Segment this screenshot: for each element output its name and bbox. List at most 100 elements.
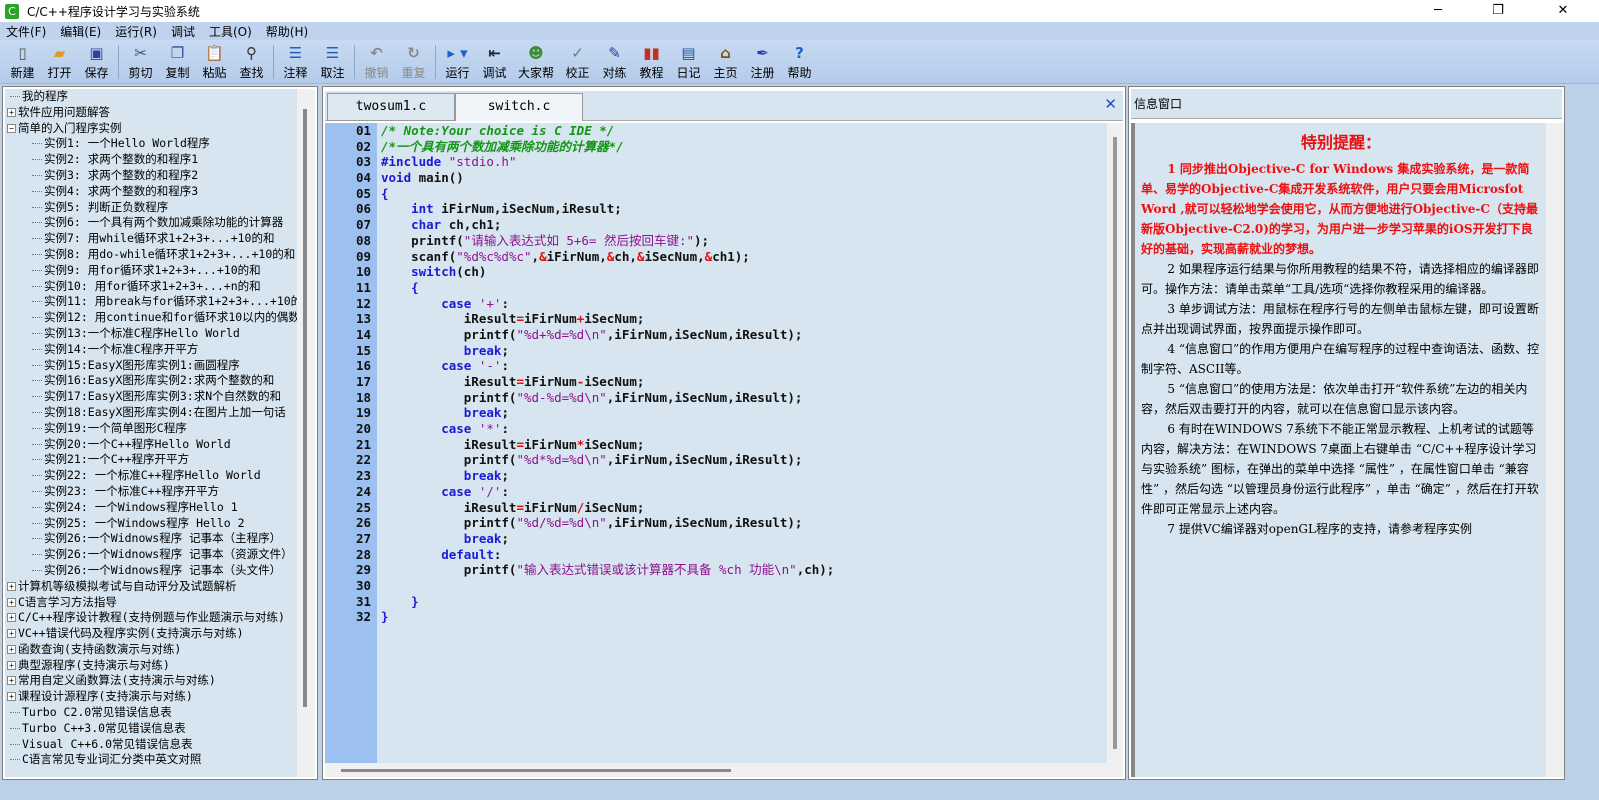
code-line[interactable]: break; — [377, 531, 1107, 547]
line-number[interactable]: 15 — [325, 343, 377, 359]
code-line[interactable]: char ch,ch1; — [377, 217, 1107, 233]
toolbar-button-books[interactable]: ▮▮ 教程 — [633, 40, 670, 81]
toolbar-button-scissors[interactable]: ✂ 剪切 — [122, 40, 159, 81]
line-number[interactable]: 14 — [325, 327, 377, 343]
toolbar-button-comment[interactable]: ☰ 注释 — [277, 40, 314, 81]
tree-item[interactable]: 实例23: 一个标准C++程序开平方 — [5, 484, 298, 500]
tree-item[interactable]: − 简单的入门程序实例 — [5, 121, 298, 137]
tree-item[interactable]: 实例26:一个Widnows程序 记事本（主程序） — [5, 531, 298, 547]
toolbar-button-run[interactable]: ▸ ▾ 运行 — [439, 40, 476, 81]
tree-item[interactable]: 实例26:一个Widnows程序 记事本（资源文件） — [5, 547, 298, 563]
code-line[interactable]: } — [377, 594, 1107, 610]
toolbar-button-register-pen[interactable]: ✒ 注册 — [744, 40, 781, 81]
code-line[interactable]: case '*': — [377, 421, 1107, 437]
line-number[interactable]: 28 — [325, 547, 377, 563]
tree-item[interactable]: 实例12: 用continue和for循环求10以内的偶数 — [5, 310, 298, 326]
tree-item[interactable]: 实例13:一个标准C程序Hello World — [5, 326, 298, 342]
code-line[interactable]: break; — [377, 405, 1107, 421]
toolbar-button-practice[interactable]: ✎ 对练 — [596, 40, 633, 81]
tree-item[interactable]: 实例18:EasyX图形库实例4:在图片上加一句话 — [5, 405, 298, 421]
toolbar-button-debug[interactable]: ⇤ 调试 — [476, 40, 513, 81]
tree-item[interactable]: 实例9: 用for循环求1+2+3+...+10的和 — [5, 263, 298, 279]
line-number-gutter[interactable]: 01 02 03 04 05 06 07 08 09 10 11 12 13 14 15 16 17 18 19 20… — [325, 123, 377, 763]
tree-item[interactable]: Visual C++6.0常见错误信息表 — [5, 737, 298, 753]
tree-item[interactable]: + 典型源程序(支持演示与对练) — [5, 658, 298, 674]
tree-item[interactable]: + 软件应用问题解答 — [5, 105, 298, 121]
toolbar-button-undo[interactable]: ↶ 撤销 — [358, 40, 395, 81]
toolbar-button-uncomment[interactable]: ☰ 取注 — [314, 40, 351, 81]
tree-item[interactable]: 实例2: 求两个整数的和程序1 — [5, 152, 298, 168]
expand-icon[interactable]: + — [7, 644, 16, 654]
tree-item[interactable]: 实例11: 用break与for循环求1+2+3+...+10的 — [5, 294, 298, 310]
code-line[interactable]: case '+': — [377, 296, 1107, 312]
toolbar-button-help[interactable]: ? 帮助 — [781, 40, 818, 81]
tree-item[interactable]: 实例3: 求两个整数的和程序2 — [5, 168, 298, 184]
code-line[interactable]: printf("%d+%d=%d\n",iFirNum,iSecNum,iRes… — [377, 327, 1107, 343]
line-number[interactable]: 22 — [325, 452, 377, 468]
code-line[interactable] — [377, 578, 1107, 594]
line-number[interactable]: 08 — [325, 233, 377, 249]
toolbar-button-copy[interactable]: ❐ 复制 — [159, 40, 196, 81]
line-number[interactable]: 12 — [325, 296, 377, 312]
code-line[interactable]: void main() — [377, 170, 1107, 186]
tree-item[interactable]: 实例16:EasyX图形库实例2:求两个整数的和 — [5, 373, 298, 389]
tree-item[interactable]: 实例25: 一个Windows程序 Hello 2 — [5, 516, 298, 532]
toolbar-button-binoculars[interactable]: ⚲ 查找 — [233, 40, 270, 81]
menu-item[interactable]: 文件(F) — [6, 23, 46, 40]
line-number[interactable]: 02 — [325, 139, 377, 155]
tree-item[interactable]: 实例5: 判断正负数程序 — [5, 200, 298, 216]
tree-item[interactable]: 实例15:EasyX图形库实例1:画圆程序 — [5, 358, 298, 374]
tree-item[interactable]: 实例19:一个简单图形C程序 — [5, 421, 298, 437]
code-line[interactable]: iResult=iFirNum+iSecNum; — [377, 311, 1107, 327]
tree-item[interactable]: + 课程设计源程序(支持演示与对练) — [5, 689, 298, 705]
tab-switch[interactable]: switch.c — [455, 93, 583, 121]
line-number[interactable]: 18 — [325, 390, 377, 406]
editor-vertical-scrollbar[interactable] — [1107, 123, 1123, 763]
line-number[interactable]: 25 — [325, 500, 377, 516]
menu-item[interactable]: 帮助(H) — [266, 23, 308, 40]
tree-item[interactable]: C语言常见专业词汇分类中英文对照 — [5, 752, 298, 768]
line-number[interactable]: 11 — [325, 280, 377, 296]
code-line[interactable]: /* Note:Your choice is C IDE */ — [377, 123, 1107, 139]
toolbar-button-home[interactable]: ⌂ 主页 — [707, 40, 744, 81]
line-number[interactable]: 09 — [325, 249, 377, 265]
toolbar-button-paste[interactable]: 📋 粘贴 — [196, 40, 233, 81]
code-line[interactable]: scanf("%d%c%d%c",&iFirNum,&ch,&iSecNum,&… — [377, 249, 1107, 265]
line-number[interactable]: 21 — [325, 437, 377, 453]
code-line[interactable]: default: — [377, 547, 1107, 563]
tree-item[interactable]: 实例24: 一个Windows程序Hello 1 — [5, 500, 298, 516]
close-button[interactable]: ✕ — [1540, 0, 1586, 22]
line-number[interactable]: 19 — [325, 405, 377, 421]
code-line[interactable]: int iFirNum,iSecNum,iResult; — [377, 201, 1107, 217]
tree-item[interactable]: + C语言学习方法指导 — [5, 595, 298, 611]
toolbar-button-diary[interactable]: ▤ 日记 — [670, 40, 707, 81]
expand-icon[interactable]: + — [7, 629, 16, 639]
tree-item[interactable]: 实例21:一个C++程序开平方 — [5, 452, 298, 468]
editor-horizontal-scrollbar[interactable] — [325, 763, 1123, 777]
code-line[interactable]: printf("输入表达式错误或该计算器不具备 %ch 功能\n",ch); — [377, 562, 1107, 578]
toolbar-button-people[interactable]: ☻ 大家帮 — [513, 40, 559, 81]
line-number[interactable]: 32 — [325, 609, 377, 625]
tree-item[interactable]: 实例17:EasyX图形库实例3:求N个自然数的和 — [5, 389, 298, 405]
menu-item[interactable]: 工具(O) — [209, 23, 252, 40]
code-line[interactable]: { — [377, 186, 1107, 202]
code-line[interactable]: break; — [377, 343, 1107, 359]
tree-item[interactable]: + 函数查询(支持函数演示与对练) — [5, 642, 298, 658]
line-number[interactable]: 13 — [325, 311, 377, 327]
collapse-icon[interactable]: − — [7, 123, 16, 133]
toolbar-button-new-file[interactable]: ▯ 新建 — [4, 40, 41, 81]
scroll-thumb[interactable] — [341, 769, 731, 772]
tree-item[interactable]: 实例20:一个C++程序Hello World — [5, 437, 298, 453]
minimize-button[interactable]: ─ — [1415, 0, 1461, 22]
code-line[interactable]: /*一个具有两个数加减乘除功能的计算器*/ — [377, 139, 1107, 155]
toolbar-button-redo[interactable]: ↻ 重复 — [395, 40, 432, 81]
expand-icon[interactable]: + — [7, 107, 16, 117]
tree-item[interactable]: 实例14:一个标准C程序开平方 — [5, 342, 298, 358]
tree-item[interactable]: 实例26:一个Widnows程序 记事本（头文件） — [5, 563, 298, 579]
toolbar-button-save-disk[interactable]: ▣ 保存 — [78, 40, 115, 81]
line-number[interactable]: 16 — [325, 358, 377, 374]
code-line[interactable]: iResult=iFirNum*iSecNum; — [377, 437, 1107, 453]
expand-icon[interactable]: + — [7, 581, 16, 591]
code-line[interactable]: printf("%d/%d=%d\n",iFirNum,iSecNum,iRes… — [377, 515, 1107, 531]
tree-item[interactable]: 实例7: 用while循环求1+2+3+...+10的和 — [5, 231, 298, 247]
